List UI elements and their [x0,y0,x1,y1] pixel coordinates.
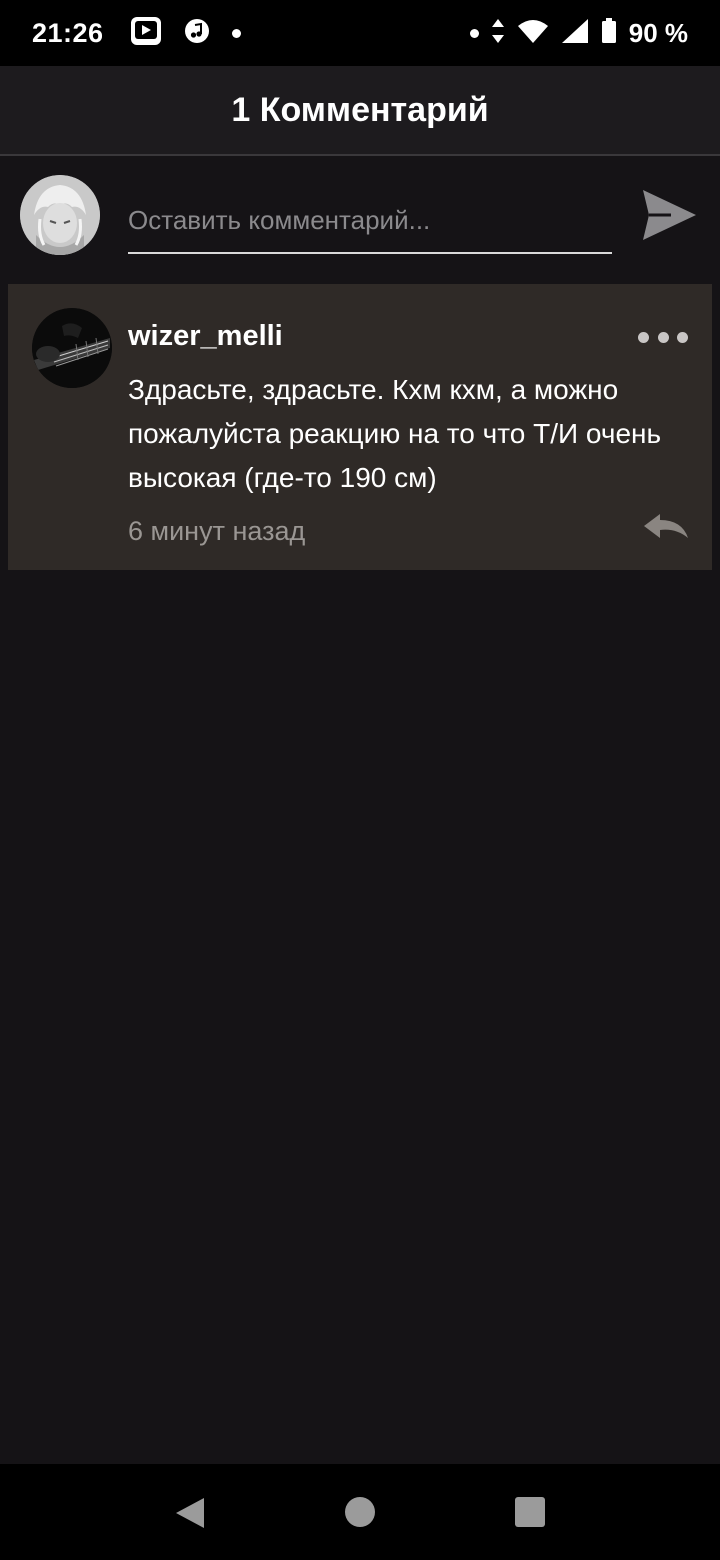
page-header: 1 Комментарий [0,66,720,156]
reply-button[interactable] [642,512,690,544]
status-bar: 21:26 90 % [0,0,720,66]
more-options-button[interactable] [638,322,688,352]
status-dot [469,28,479,38]
battery-icon [601,17,617,49]
page-title: 1 Комментарий [231,90,489,129]
send-icon [643,190,696,240]
video-app-icon [130,16,162,51]
battery-percentage: 90 % [628,17,688,48]
comment-author[interactable]: wizer_melli [128,320,283,353]
back-button[interactable] [172,1496,206,1530]
send-button[interactable] [640,186,698,244]
reply-icon [644,514,688,538]
status-time: 21:26 [32,17,104,48]
comment-compose-row [0,158,720,278]
more-dot-icon [638,331,649,343]
more-dot-icon [657,331,669,343]
more-dot-icon [677,331,688,343]
data-arrows-icon [491,18,505,49]
comment-timestamp: 6 минут назад [128,516,306,546]
comment-text: Здрасьте, здрасьте. Кхм кхм, а можно пож… [128,374,662,493]
notification-dot [231,28,241,38]
home-button[interactable] [345,1497,375,1527]
signal-icon [561,18,589,49]
system-navigation-bar [0,1464,720,1560]
comment-card: wizer_melli Здрасьте, здрасьте. Кхм кхм,… [8,284,712,570]
comment-author-avatar[interactable] [32,308,112,388]
current-user-avatar [20,175,100,255]
back-triangle-icon [176,1498,204,1528]
recent-apps-button[interactable] [515,1497,545,1527]
wifi-icon [517,18,549,49]
music-icon [184,18,210,49]
comment-input[interactable] [128,188,612,254]
